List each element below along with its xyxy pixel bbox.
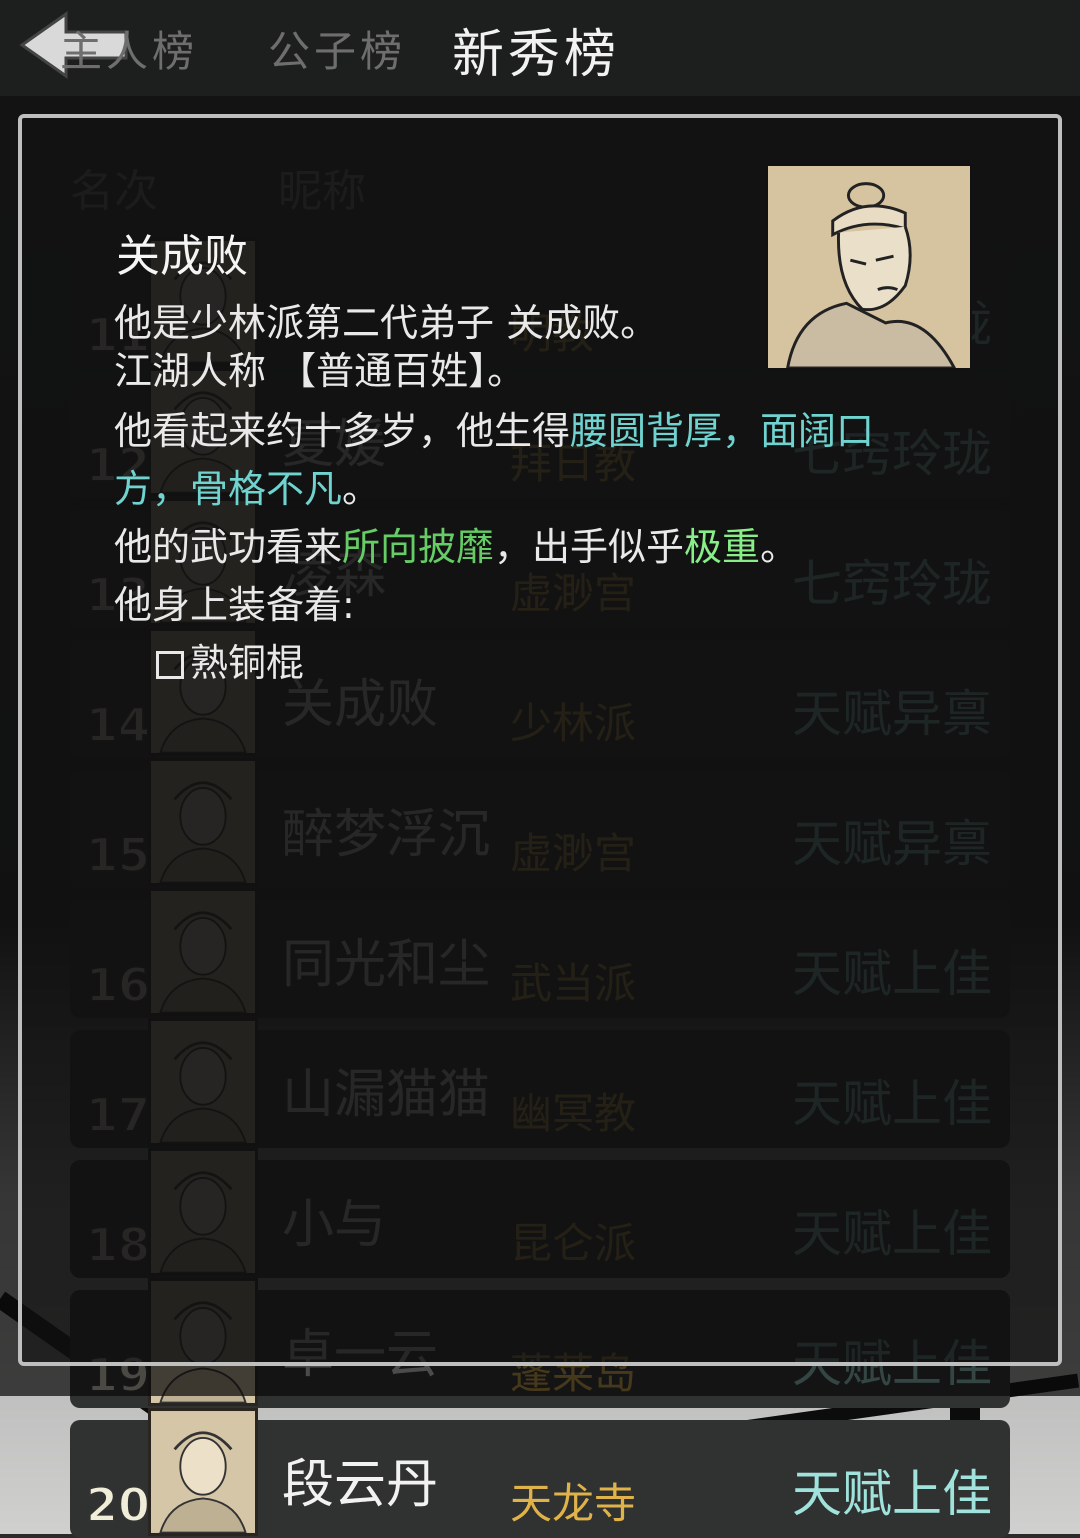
appearance-text: 他看起来约十多岁，他生得 — [114, 409, 571, 453]
desc-line-6: 他身上装备着: — [114, 583, 355, 627]
tab-master-rank[interactable]: 主人榜 — [60, 18, 198, 79]
period: 。 — [342, 467, 381, 511]
martial-level: 所向披靡 — [342, 525, 495, 569]
table-row[interactable]: 20 段云丹 天龙寺 天赋上佳 — [70, 1408, 1010, 1538]
equipment-name: 熟铜棍 — [190, 641, 305, 685]
body-trait-2: 面阔口 — [760, 409, 875, 453]
player-name: 段云丹 — [282, 1455, 439, 1515]
talent-label: 天赋上佳 — [792, 1465, 992, 1523]
portrait-face-icon — [768, 166, 970, 370]
martial-text: 他的武功看来 — [114, 525, 343, 569]
character-name: 关成败 — [116, 231, 248, 282]
strike-level: 极重 — [684, 525, 761, 569]
body-trait-1: 腰圆背厚 — [570, 409, 723, 453]
desc-line-5: 他的武功看来所向披靡，出手似乎极重。 — [114, 516, 798, 571]
avatar[interactable] — [148, 1408, 258, 1536]
tab-newcomer-rank[interactable]: 新秀榜 — [452, 12, 620, 87]
top-tab-bar: 主人榜 公子榜 新秀榜 — [0, 0, 1080, 96]
desc-line-2: 江湖人称 【普通百姓】。 — [114, 349, 526, 393]
desc-line-3: 他看起来约十多岁，他生得腰圆背厚，面阔口 — [114, 400, 874, 455]
character-portrait — [766, 164, 972, 370]
desc-line-4: 方，骨格不凡。 — [114, 458, 380, 513]
tab-gentleman-rank[interactable]: 公子榜 — [268, 18, 406, 79]
strike-text: ，出手似乎 — [494, 525, 685, 569]
rank-number: 20 — [85, 1477, 151, 1533]
period-2: 。 — [760, 525, 799, 569]
sect-name: 天龙寺 — [510, 1479, 637, 1528]
desc-line-1: 他是少林派第二代弟子 关成败。 — [114, 301, 659, 345]
item-checkbox-icon — [156, 651, 184, 679]
body-trait-3: 方，骨格不凡 — [114, 467, 343, 511]
equipment-item: 熟铜棍 — [156, 632, 304, 687]
avatar-face-icon — [151, 1411, 255, 1534]
comma-sep: ， — [722, 409, 761, 453]
